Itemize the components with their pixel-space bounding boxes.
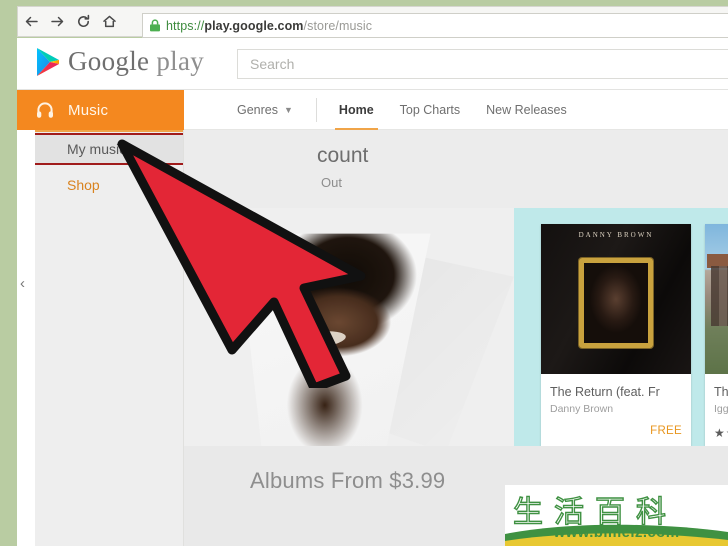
sidebar-item-label: Shop xyxy=(67,177,100,193)
url-text: https://play.google.com/store/music xyxy=(166,19,372,33)
tab-genres-label: Genres xyxy=(237,102,278,117)
promo-text: Albums From $3.99 xyxy=(250,468,446,493)
album-meta: The Iggy A xyxy=(705,374,728,415)
tab-genres[interactable]: Genres ▼ xyxy=(237,90,293,130)
chevron-down-icon: ▼ xyxy=(284,104,293,115)
google-play-triangle-icon xyxy=(37,47,59,76)
sidebar-item-my-music[interactable]: My music xyxy=(35,133,183,165)
back-arrow-icon[interactable] xyxy=(18,7,44,37)
screenshot-root: https://play.google.com/store/music Goog… xyxy=(0,0,728,546)
tab-home[interactable]: Home xyxy=(334,90,378,131)
sidebar-top-accent xyxy=(35,130,183,132)
music-nav-row: Music Genres ▼ Home Top Charts New Relea… xyxy=(17,90,728,131)
url-scheme: https:// xyxy=(166,18,205,33)
artwork-building xyxy=(711,266,728,326)
left-sidebar: My music Shop ‹ xyxy=(17,130,184,546)
brand-play: play xyxy=(156,46,205,76)
google-play-logo[interactable]: Google play xyxy=(35,46,204,77)
search-box[interactable] xyxy=(237,49,728,79)
brand-google: Google xyxy=(68,46,150,76)
watermark-url: www.bimeiz.com xyxy=(553,524,680,541)
sidebar-rail: ‹ xyxy=(17,130,35,546)
album-title: The xyxy=(714,385,728,399)
store-nav-tabs: Genres ▼ Home Top Charts New Releases xyxy=(184,90,728,131)
main-content: count Out DANNY BROWN The Return (feat. … xyxy=(184,130,728,546)
album-artist: Iggy A xyxy=(714,403,728,415)
account-title: count xyxy=(317,144,369,167)
album-price-badge[interactable]: FREE xyxy=(650,425,682,437)
headphones-icon xyxy=(37,102,53,118)
music-section-tab[interactable]: Music xyxy=(17,90,184,130)
brand-wordmark: Google play xyxy=(68,46,204,77)
url-host: play.google.com xyxy=(204,18,304,33)
album-meta: The Return (feat. Fr Danny Brown xyxy=(541,374,691,415)
chevron-left-icon[interactable]: ‹ xyxy=(20,276,25,291)
nav-divider xyxy=(315,97,317,122)
music-label: Music xyxy=(68,101,109,119)
home-icon[interactable] xyxy=(96,7,122,37)
ssl-lock-icon xyxy=(150,19,160,32)
browser-toolbar: https://play.google.com/store/music xyxy=(17,6,728,38)
album-card[interactable]: DANNY BROWN The Return (feat. Fr Danny B… xyxy=(541,224,691,446)
album-artwork: DANNY BROWN xyxy=(541,224,691,374)
forward-arrow-icon[interactable] xyxy=(44,7,70,37)
tab-top-charts[interactable]: Top Charts xyxy=(400,90,460,130)
sidebar-item-shop[interactable]: Shop xyxy=(35,170,183,200)
address-bar[interactable]: https://play.google.com/store/music xyxy=(142,13,728,38)
play-store-header: Google play xyxy=(17,38,728,90)
account-subtext: Out xyxy=(321,175,342,190)
album-artist: Danny Brown xyxy=(550,403,614,415)
album-card[interactable]: The Iggy A ★★ xyxy=(705,224,728,446)
artwork-portrait-frame xyxy=(579,258,653,348)
reload-icon[interactable] xyxy=(70,7,96,37)
artwork-text: DANNY BROWN xyxy=(578,231,654,239)
tab-new-releases[interactable]: New Releases xyxy=(486,90,567,130)
sidebar-item-label: My music xyxy=(67,141,127,157)
album-rating-stars: ★★ xyxy=(714,426,728,440)
site-watermark: 生活百科 www.bimeiz.com xyxy=(505,485,728,546)
search-input[interactable] xyxy=(238,50,728,78)
album-artwork xyxy=(705,224,728,374)
page-viewport: Google play Music Genres ▼ xyxy=(17,38,728,546)
account-panel: count Out xyxy=(184,130,728,208)
url-path: /store/music xyxy=(303,18,373,33)
album-title: The Return (feat. Fr xyxy=(550,385,660,399)
